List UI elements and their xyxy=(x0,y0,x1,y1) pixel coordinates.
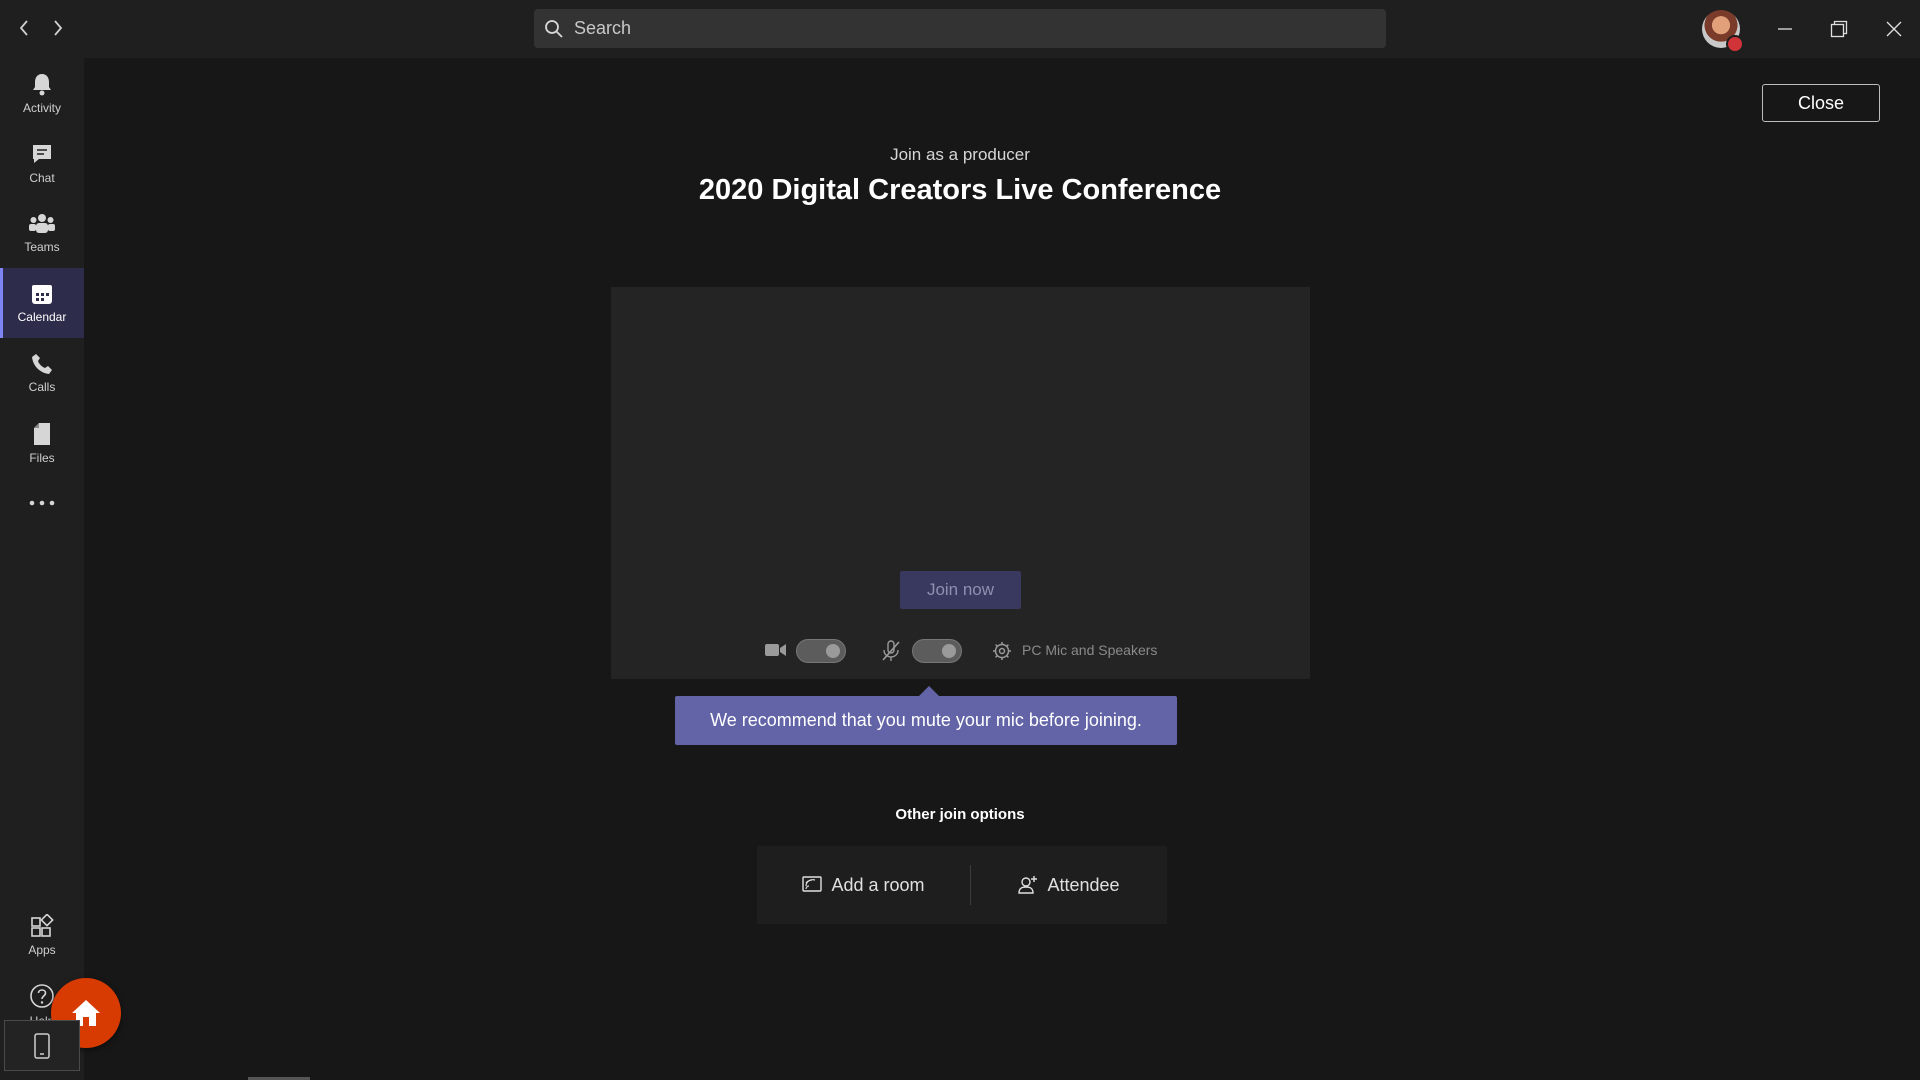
rail-item-files[interactable]: Files xyxy=(0,408,84,478)
add-room-label: Add a room xyxy=(831,874,925,895)
minimize-icon xyxy=(1778,28,1792,30)
add-room-button[interactable]: Add a room xyxy=(757,846,970,924)
more-apps-button[interactable] xyxy=(0,478,84,528)
file-icon xyxy=(34,422,50,445)
title-bar xyxy=(0,0,1920,58)
back-button[interactable] xyxy=(12,16,36,40)
more-icon xyxy=(29,500,55,506)
chevron-left-icon xyxy=(19,20,28,36)
presence-status-badge xyxy=(1726,35,1744,53)
camera-icon xyxy=(765,644,786,656)
other-join-options: Add a room Attendee xyxy=(757,846,1167,924)
search-icon xyxy=(545,19,563,38)
apps-icon xyxy=(31,913,54,937)
phone-icon xyxy=(32,353,52,374)
camera-toggle[interactable] xyxy=(796,639,846,663)
bell-icon xyxy=(33,73,51,95)
teams-icon xyxy=(29,213,55,233)
app-rail: Activity Chat Teams Calendar Calls Files… xyxy=(0,58,84,1080)
restore-icon xyxy=(1830,20,1848,38)
rail-item-label: Teams xyxy=(24,239,60,254)
mic-off-icon xyxy=(882,640,900,661)
restore-button[interactable] xyxy=(1823,14,1855,44)
cast-icon xyxy=(802,876,823,892)
join-now-button[interactable]: Join now xyxy=(900,571,1021,609)
video-preview xyxy=(611,287,1310,679)
join-role-subheading: Join as a producer xyxy=(890,145,1030,164)
rail-item-calls[interactable]: Calls xyxy=(0,338,84,408)
search-input[interactable] xyxy=(572,17,1356,40)
device-button[interactable] xyxy=(4,1020,80,1071)
tooltip-arrow xyxy=(919,686,939,696)
calendar-icon xyxy=(32,284,52,304)
mute-recommendation-tooltip: We recommend that you mute your mic befo… xyxy=(675,696,1177,745)
rail-item-label: Calls xyxy=(28,379,56,394)
meeting-title: 2020 Digital Creators Live Conference xyxy=(698,174,1222,206)
rail-item-label: Calendar xyxy=(17,309,67,324)
close-icon xyxy=(1886,21,1902,37)
gear-icon[interactable] xyxy=(992,641,1012,661)
chevron-right-icon xyxy=(54,20,63,36)
close-window-button[interactable] xyxy=(1878,14,1910,44)
mobile-device-icon xyxy=(34,1032,50,1059)
rail-item-label: Files xyxy=(29,450,55,465)
audio-device-label[interactable]: PC Mic and Speakers xyxy=(1022,642,1157,658)
search-bar[interactable] xyxy=(534,9,1386,48)
other-join-options-label: Other join options xyxy=(895,806,1025,823)
attendee-label: Attendee xyxy=(1047,874,1120,895)
rail-item-teams[interactable]: Teams xyxy=(0,198,84,268)
forward-button[interactable] xyxy=(46,16,70,40)
rail-item-calendar[interactable]: Calendar xyxy=(0,268,84,338)
rail-item-label: Apps xyxy=(28,942,56,957)
close-button[interactable]: Close xyxy=(1762,84,1880,122)
person-add-icon xyxy=(1018,876,1038,894)
rail-item-apps[interactable]: Apps xyxy=(0,900,84,970)
minimize-button[interactable] xyxy=(1769,14,1801,44)
attendee-button[interactable]: Attendee xyxy=(971,846,1167,924)
rail-item-activity[interactable]: Activity xyxy=(0,58,84,128)
rail-item-label: Activity xyxy=(22,100,61,115)
mic-toggle[interactable] xyxy=(912,639,962,663)
